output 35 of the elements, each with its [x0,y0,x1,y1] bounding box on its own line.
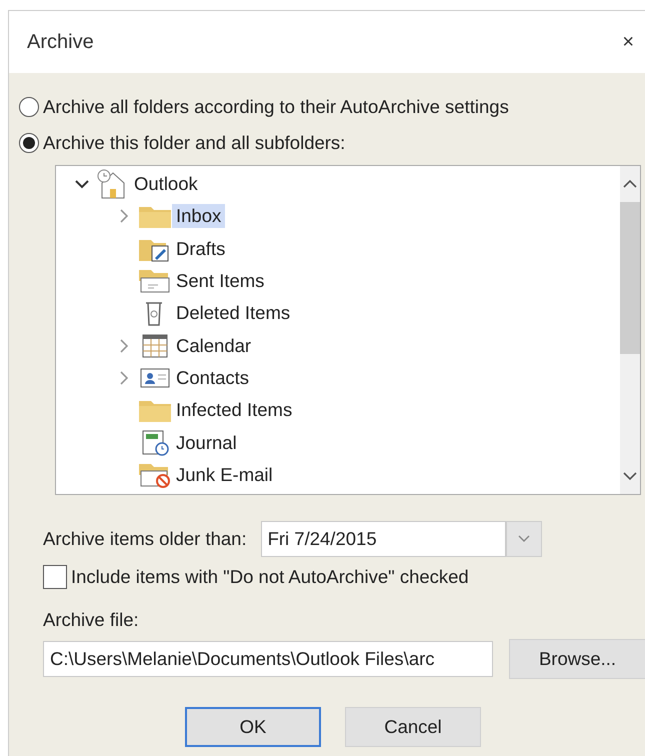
close-button[interactable]: × [622,32,634,52]
radio-label: Archive this folder and all subfolders: [43,132,346,154]
checkbox[interactable] [43,565,67,589]
expand-chevron-icon[interactable] [120,370,128,385]
tree-item[interactable]: Junk E-mail [172,462,277,487]
field-label: Archive file: [43,609,139,631]
browse-button[interactable]: Browse... [509,639,645,679]
folder-envelope-icon [138,268,172,294]
tree-item[interactable]: Calendar [172,334,256,358]
scrollbar[interactable] [620,166,640,494]
tree-item[interactable]: Infected Items [172,398,296,422]
tree-item[interactable]: Inbox [172,204,226,228]
scroll-down-icon[interactable] [623,472,637,482]
expand-chevron-icon[interactable] [120,338,128,353]
radio-button[interactable] [19,133,39,153]
caret-icon [518,535,530,543]
folder-blocked-icon [138,462,172,488]
checkbox-label: Include items with "Do not AutoArchive" checked [71,566,469,588]
tree-item[interactable]: Journal [172,430,241,455]
scroll-thumb[interactable] [620,202,640,354]
tree-item[interactable]: Outlook [130,172,202,196]
cancel-button[interactable]: Cancel [345,707,481,747]
tree-item[interactable]: Contacts [172,366,254,390]
file-path-field[interactable]: C:\Users\Melanie\Documents\Outlook Files\arc [43,641,493,677]
scroll-up-icon[interactable] [623,178,637,188]
ok-button[interactable]: OK [185,707,321,747]
radio-label: Archive all folders according to their AutoArchive settings [43,96,509,118]
tree-item[interactable]: Drafts [172,236,230,261]
tree-item[interactable]: Deleted Items [172,301,294,326]
expand-chevron-icon[interactable] [120,209,128,224]
tree-item[interactable]: Sent Items [172,269,268,294]
radio-button[interactable] [19,97,39,117]
window-title: Archive [27,30,94,54]
field-label: Archive items older than: [43,528,247,550]
collapse-chevron-icon[interactable] [75,180,89,189]
